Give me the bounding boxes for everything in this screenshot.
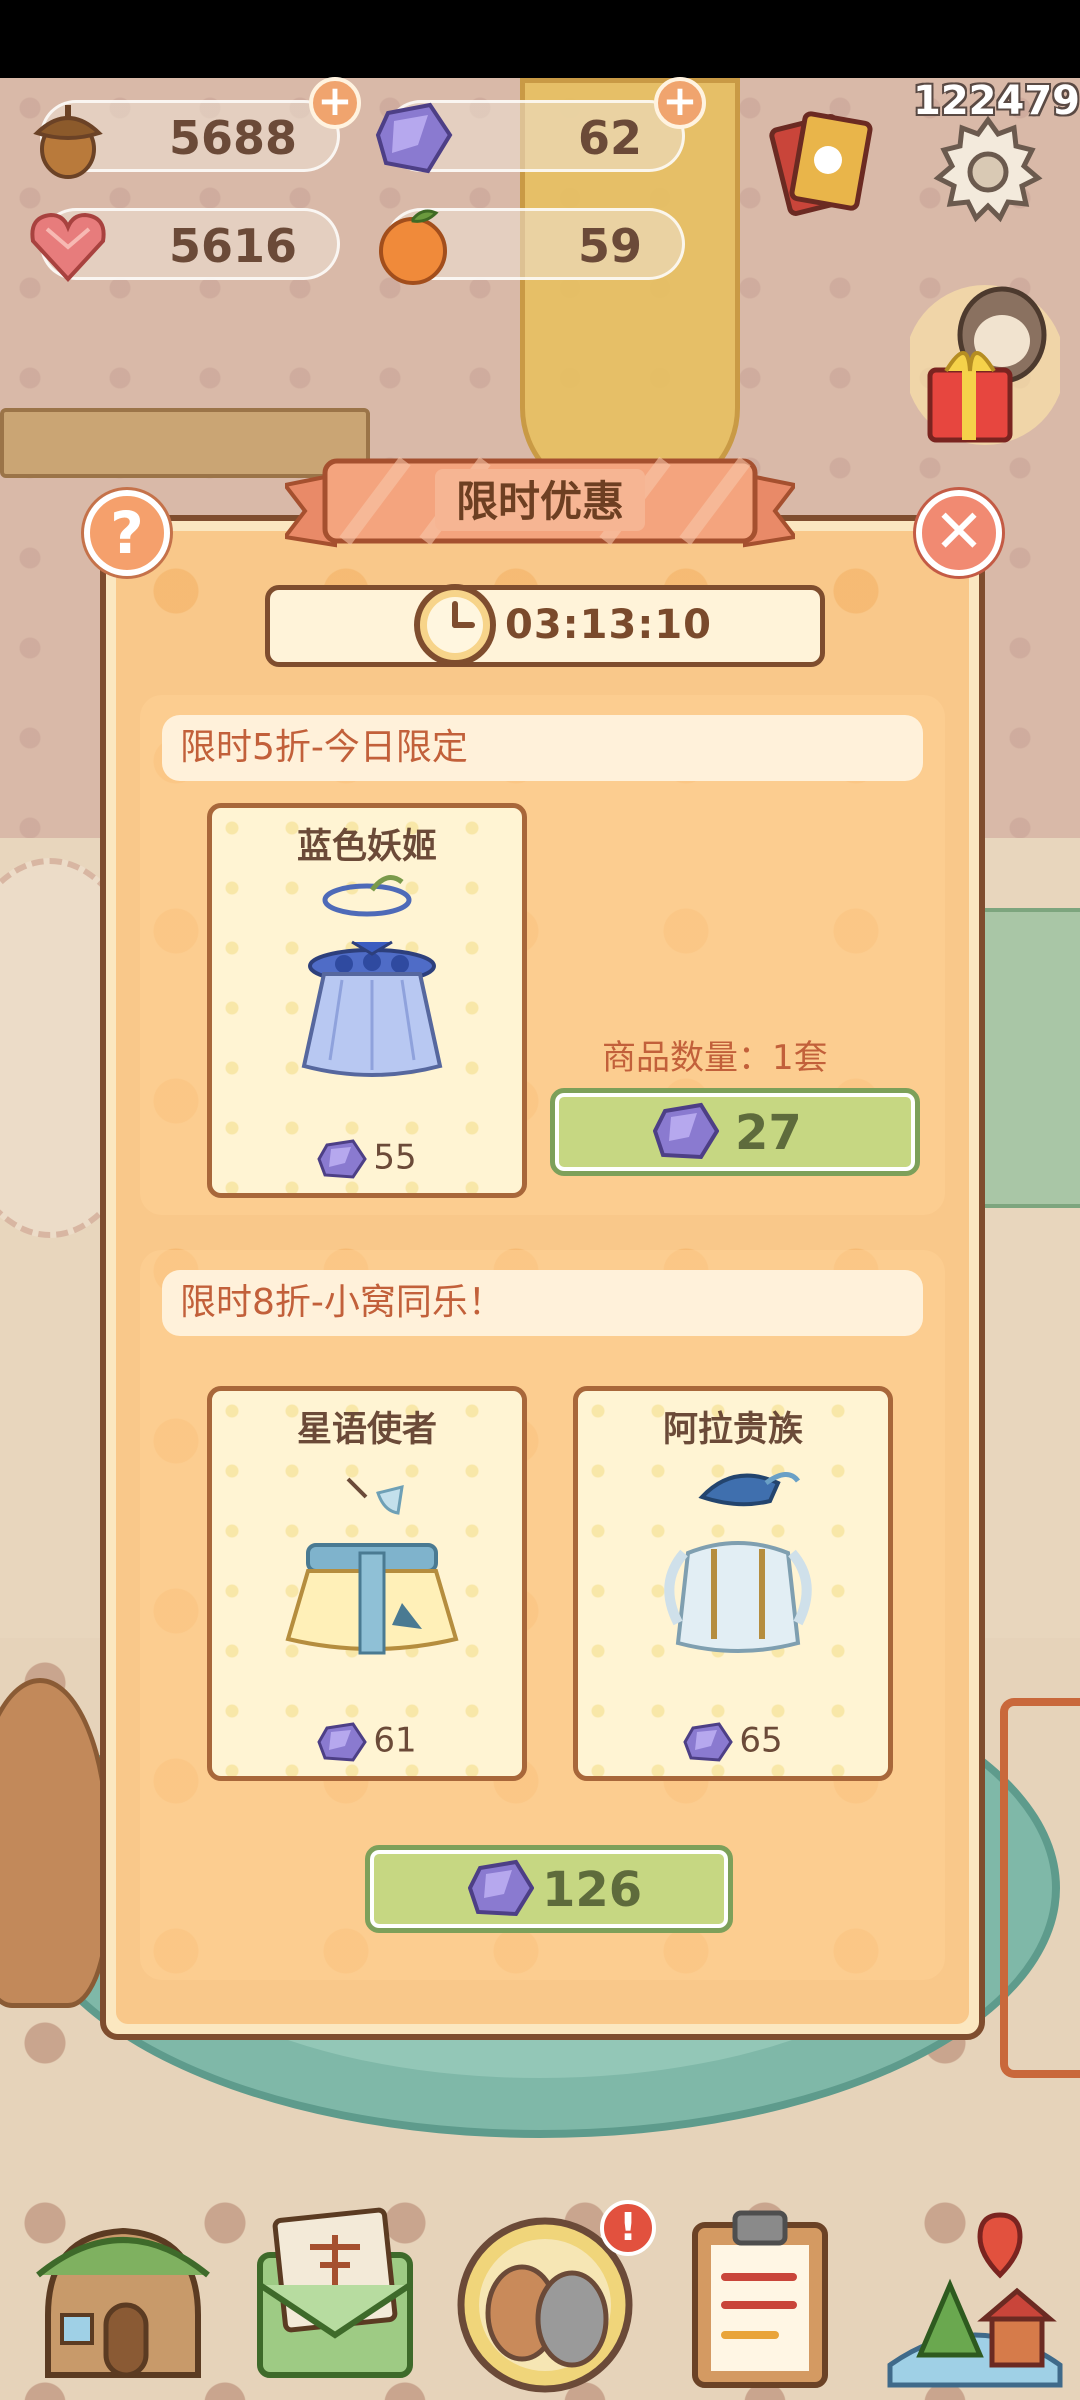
item-name: 阿拉贵族 [662, 1410, 803, 1450]
card-pack-icon[interactable] [760, 100, 880, 220]
status-bar [0, 0, 1080, 78]
notification-badge: ! [600, 2200, 656, 2256]
item-name: 蓝色妖姬 [296, 827, 437, 867]
purple-gem-icon [653, 1102, 719, 1160]
clock-icon [414, 584, 496, 666]
item-price: 65 [578, 1720, 888, 1764]
acorn-counter: 5688 + [33, 77, 361, 179]
dialog-title: 限时优惠 [455, 477, 624, 526]
gem-counter: 62 + [375, 77, 706, 174]
outfit-dress-icon [301, 875, 443, 1077]
mail-icon[interactable] [240, 2195, 430, 2395]
bottom-navigation [0, 2195, 1080, 2400]
purple-gem-icon [317, 1722, 368, 1762]
add-acorns-button[interactable]: + [309, 77, 361, 129]
help-button[interactable]: ? [84, 490, 170, 576]
close-button[interactable]: ✕ [916, 490, 1002, 576]
house-icon[interactable] [28, 2195, 218, 2395]
map-icon[interactable] [880, 2195, 1070, 2395]
clipboard-icon[interactable] [665, 2195, 855, 2395]
orange-counter: 59 [379, 208, 685, 285]
item-price: 55 [212, 1137, 522, 1181]
item-name: 星语使者 [296, 1410, 437, 1450]
purple-gem-icon [317, 1139, 368, 1179]
item-card-ala-noble[interactable]: 阿拉贵族 65 [573, 1386, 893, 1781]
item-card-star-messenger[interactable]: 星语使者 61 [207, 1386, 527, 1781]
purple-gem-icon [468, 1859, 534, 1917]
outfit-hat-coat-icon [664, 1472, 812, 1653]
gift-event-icon[interactable] [910, 275, 1060, 455]
orange-icon [379, 209, 447, 285]
countdown-timer: 03:13:10 [265, 584, 825, 667]
outfit-skirt-icon [285, 1477, 459, 1655]
item-price: 61 [212, 1720, 522, 1764]
item-card-blue-fairy[interactable]: 蓝色妖姬 55 [207, 803, 527, 1198]
section-label: 限时8折-小窝同乐！ [162, 1270, 923, 1336]
add-gems-button[interactable]: + [654, 77, 706, 129]
settings-gear-icon[interactable] [928, 112, 1048, 232]
acorn-icon [33, 105, 103, 179]
buy-half-price-button[interactable]: 27 [550, 1088, 920, 1176]
purple-gem-icon [375, 102, 453, 174]
buy-bundle-button[interactable]: 126 [365, 1845, 733, 1933]
section-label: 限时5折-今日限定 [162, 715, 923, 781]
buy-price: 126 [542, 1862, 643, 1918]
quantity-label: 商品数量：1套 [602, 1038, 828, 1078]
timer-text: 03:13:10 [505, 602, 712, 648]
heart-counter: 5616 [30, 208, 340, 282]
heart-gem-icon [30, 212, 106, 282]
purple-gem-icon [683, 1722, 734, 1762]
buy-price: 27 [735, 1105, 802, 1161]
